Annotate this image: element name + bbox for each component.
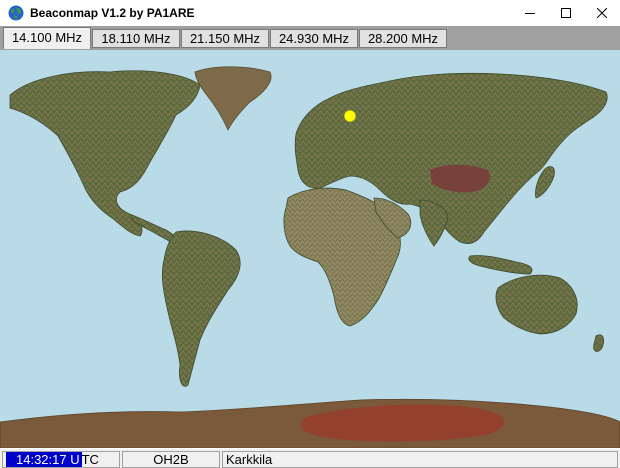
tab-21150[interactable]: 21.150 MHz — [181, 29, 269, 48]
indonesia — [468, 255, 533, 275]
app-window: Beaconmap V1.2 by PA1ARE 14.100 MHz 18.1… — [0, 0, 620, 468]
world-map[interactable] — [0, 50, 620, 448]
maximize-button[interactable] — [548, 0, 584, 26]
tab-18110[interactable]: 18.110 MHz — [92, 29, 180, 48]
utc-time-suffix: TC — [81, 452, 99, 467]
status-bar: 14:32:17 U TC OH2B Karkkila — [0, 448, 620, 468]
globe-icon — [8, 5, 24, 21]
title-bar[interactable]: Beaconmap V1.2 by PA1ARE — [0, 0, 620, 26]
location-field: Karkkila — [222, 451, 618, 468]
south-america — [161, 230, 241, 387]
close-icon — [597, 8, 607, 18]
greenland — [194, 66, 272, 131]
callsign-field: OH2B — [122, 451, 220, 468]
minimize-icon — [525, 13, 535, 14]
minimize-button[interactable] — [512, 0, 548, 26]
utc-time: 14:32:17 U — [6, 452, 82, 467]
maximize-icon — [561, 8, 571, 18]
close-button[interactable] — [584, 0, 620, 26]
tab-24930[interactable]: 24.930 MHz — [270, 29, 358, 48]
frequency-tab-bar: 14.100 MHz 18.110 MHz 21.150 MHz 24.930 … — [0, 26, 620, 50]
world-map-graphic — [0, 66, 620, 448]
time-field: 14:32:17 U TC — [2, 451, 120, 468]
new-zealand — [593, 334, 604, 352]
beacon-marker[interactable] — [344, 110, 356, 122]
north-america — [9, 70, 201, 237]
tab-28200[interactable]: 28.200 MHz — [359, 29, 447, 48]
australia — [495, 274, 578, 335]
window-title: Beaconmap V1.2 by PA1ARE — [30, 6, 195, 20]
tab-14100[interactable]: 14.100 MHz — [3, 27, 91, 49]
